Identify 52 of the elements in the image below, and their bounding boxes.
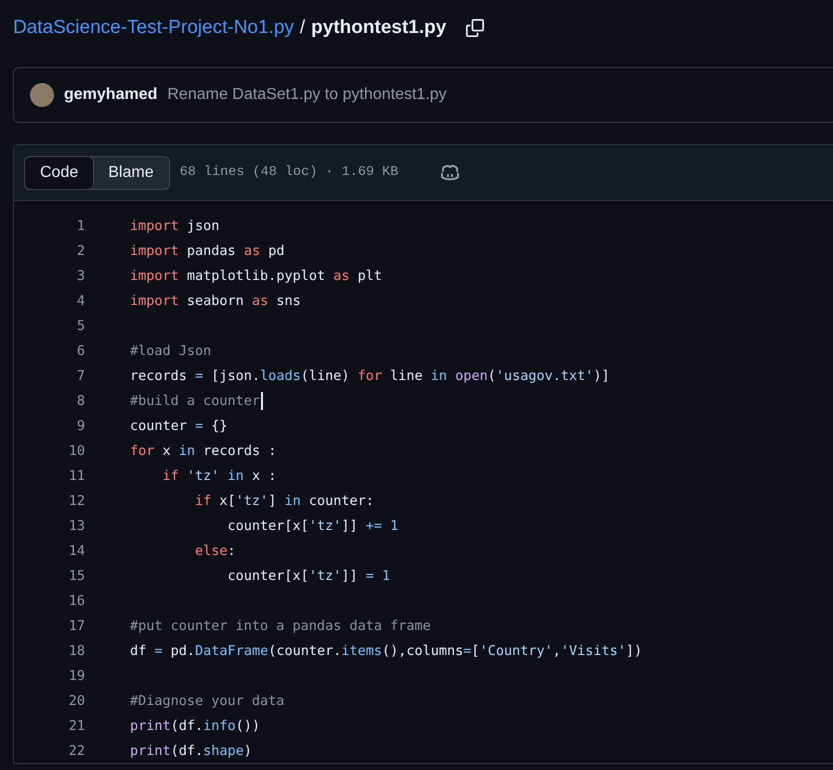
copy-icon[interactable] [466,19,484,37]
line-number: 2 [76,242,85,258]
line-number: 17 [68,618,85,634]
code-line: else: [194,542,236,558]
code-line: import json [130,218,220,234]
path-separator: / [300,17,306,39]
line-number: 12 [68,492,85,508]
line-number: 7 [76,368,85,384]
line-number: 8 [76,392,85,408]
code-line: print(df.shape) [130,742,252,758]
line-number: 15 [68,568,85,584]
author-link[interactable]: gemyhamed [64,86,158,104]
line-number: 18 [68,642,85,658]
line-number: 1 [76,218,85,234]
code-line: #build a counter [130,392,260,408]
view-tab[interactable]: Blame [93,156,169,188]
line-number: 19 [68,668,85,684]
repo-link[interactable]: DataScience-Test-Project-No1.py [13,17,294,39]
copilot-icon[interactable] [440,164,460,182]
line-number: 10 [68,442,85,458]
file-name: pythontest1.py [311,17,446,39]
code-line: #load Json [130,342,212,358]
line-number: 5 [76,318,85,334]
code-line: import seaborn as sns [130,292,301,308]
code-line: #Diagnose your data [130,692,284,708]
line-number: 3 [76,268,85,284]
commit-message[interactable]: Rename DataSet1.py to pythontest1.py [167,86,447,104]
code-line: #put counter into a pandas data frame [130,618,431,634]
code-line: counter[x['tz']] = 1 [226,568,390,584]
code-line: import matplotlib.pyplot as plt [130,268,382,284]
view-tab[interactable]: Code [24,156,94,190]
code-line: for x in records : [130,442,276,458]
code-line: import pandas as pd [130,242,284,258]
line-number: 6 [76,342,85,358]
line-number: 16 [68,592,85,608]
line-number: 9 [76,418,85,434]
line-number: 20 [68,692,85,708]
code-line: counter = {} [130,418,228,434]
line-number: 22 [68,742,85,758]
file-info: 68 lines (48 loc) · 1.69 KB [180,165,398,180]
line-number: 21 [68,718,85,734]
code-line: counter[x['tz']] += 1 [226,518,398,534]
code-line: if 'tz' in x : [162,468,276,484]
code-line: df = pd.DataFrame(counter.items(),columns=['Country','Visits']) [130,642,642,658]
code-line: if x['tz'] in counter: [194,492,374,508]
line-number: 13 [68,518,85,534]
code-line: print(df.info()) [130,718,260,734]
avatar[interactable] [30,83,54,107]
line-number: 11 [68,468,85,484]
line-number: 4 [76,292,85,308]
code-line: records = [json.loads(line) for line in open('usagov.txt')] [130,368,610,384]
line-number: 14 [68,542,85,558]
